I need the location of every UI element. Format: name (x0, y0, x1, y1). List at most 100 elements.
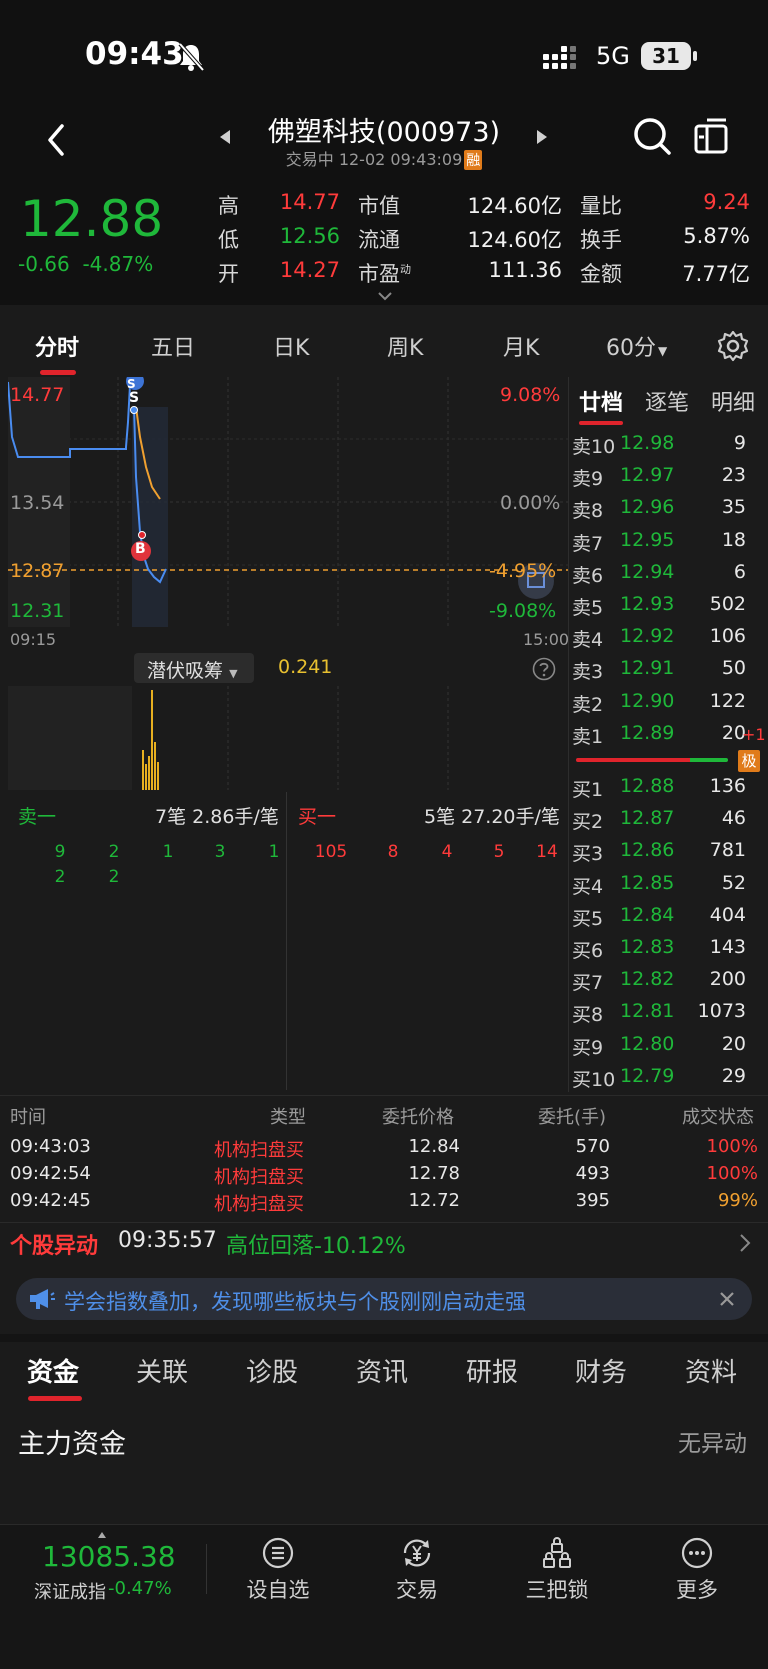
sell-marker-label-2: S (129, 390, 140, 406)
ask-change-indicator: +1 (742, 725, 766, 744)
level-label: 卖3 (572, 661, 604, 684)
level-price: 12.89 (620, 721, 675, 744)
ask-level-row[interactable]: 卖10 12.98 9 (570, 428, 766, 460)
stat-label-pe: 市盈动 (358, 258, 411, 288)
level-label: 卖5 (572, 597, 604, 619)
ask-level-row[interactable]: 卖8 12.96 35 (570, 492, 766, 524)
bid-level-row[interactable]: 买6 12.83 143 (570, 932, 766, 964)
tab-news[interactable]: 资讯 (356, 1352, 408, 1389)
level-price: 12.91 (620, 657, 675, 680)
ask-level-row[interactable]: 卖4 12.92 106 (570, 621, 766, 653)
ask-level-row[interactable]: 卖3 12.91 50 (570, 653, 766, 685)
index-change: -0.47% (108, 1578, 172, 1599)
ask-level-row[interactable]: 卖1 12.89 20 (570, 718, 766, 750)
indicator-name-text: 潜伏吸筹 (147, 660, 224, 682)
tab-related[interactable]: 关联 (136, 1352, 188, 1389)
level-label: 卖4 (572, 629, 604, 652)
level-label: 卖6 (572, 564, 604, 587)
queue-divider (286, 792, 287, 1090)
level-vol: 23 (721, 464, 746, 487)
volume-bar (148, 756, 150, 790)
indicator-volume-chart (8, 686, 568, 790)
bid-level-row[interactable]: 买7 12.82 200 (570, 964, 766, 996)
level-price: 12.95 (620, 528, 675, 551)
close-icon[interactable] (718, 1290, 736, 1308)
level-vol: 29 (721, 1064, 746, 1087)
next-stock-icon[interactable] (535, 129, 549, 145)
caret-down-icon: ▼ (229, 667, 238, 680)
main-funds-status: 无异动 (678, 1431, 747, 1457)
bid-level-row[interactable]: 买3 12.86 781 (570, 835, 766, 867)
stat-value-amount: 7.77亿 (682, 262, 750, 286)
buy-marker-label: B (135, 541, 146, 557)
bid-level-row[interactable]: 买9 12.80 20 (570, 1029, 766, 1061)
queue-buy-order: 14 (536, 842, 558, 862)
tab-weekly-k[interactable]: 周K (387, 330, 423, 362)
monitor-cell-status: 99% (717, 1190, 758, 1211)
stat-value-float: 124.60亿 (467, 228, 562, 252)
list-circle-icon (262, 1537, 294, 1569)
index-value[interactable]: 13085.38 (42, 1540, 176, 1573)
tab-profile[interactable]: 资料 (685, 1352, 737, 1389)
help-icon[interactable] (532, 657, 556, 681)
level-vol: 20 (721, 1032, 746, 1055)
tab-daily-k[interactable]: 日K (273, 330, 309, 362)
chevron-down-icon[interactable] (377, 291, 393, 301)
bar-divider (206, 1544, 207, 1594)
stat-value-volratio: 9.24 (703, 190, 750, 214)
tab-diagnosis[interactable]: 诊股 (246, 1352, 298, 1389)
queue-buy-order: 4 (441, 842, 453, 862)
bid-level-row[interactable]: 买5 12.84 404 (570, 900, 766, 932)
more-button[interactable]: 更多 (642, 1536, 752, 1606)
stat-label-low: 低 (218, 228, 239, 252)
tab-monthly-k[interactable]: 月K (503, 330, 539, 362)
trade-button[interactable]: 交易 (362, 1536, 472, 1606)
indicator-value: 0.241 (278, 656, 333, 678)
level-vol: 200 (709, 968, 746, 991)
tab-funds[interactable]: 资金 (27, 1352, 79, 1389)
tab-twenty-levels[interactable]: 廿档 (579, 385, 623, 417)
level-price: 12.83 (620, 936, 675, 958)
bid-level-row[interactable]: 买4 12.85 52 (570, 868, 766, 900)
bid-level-row[interactable]: 买2 12.87 46 (570, 803, 766, 835)
ask-level-row[interactable]: 卖7 12.95 18 (570, 525, 766, 557)
tab-tick-by-tick[interactable]: 逐笔 (645, 385, 689, 417)
tab-five-day[interactable]: 五日 (151, 330, 195, 362)
ask-level-row[interactable]: 卖2 12.90 122 (570, 686, 766, 718)
locks-icon (543, 1537, 571, 1568)
main-funds-title: 主力资金 (18, 1429, 126, 1460)
tab-60min[interactable]: 60分 ▼ (606, 330, 667, 362)
add-watchlist-button[interactable]: 设自选 (223, 1536, 333, 1606)
column-header-time: 时间 (10, 1107, 46, 1128)
stat-label-float: 流通 (358, 228, 400, 252)
bid-level-row[interactable]: 买1 12.88 136 (570, 771, 766, 803)
bid-level-row[interactable]: 买10 12.79 29 (570, 1061, 766, 1093)
notebook-icon[interactable] (693, 117, 729, 155)
stat-value-open: 14.27 (279, 258, 340, 282)
axis-price-mid: 13.54 (10, 492, 65, 514)
ask-level-row[interactable]: 卖9 12.97 23 (570, 460, 766, 492)
ask-level-row[interactable]: 卖5 12.93 502 (570, 589, 766, 621)
monitor-cell-qty: 395 (575, 1190, 610, 1211)
tip-text: 学会指数叠加，发现哪些板块与个股刚刚启动走强 (64, 1290, 526, 1314)
level-price: 12.80 (620, 1032, 675, 1055)
search-icon[interactable] (632, 116, 672, 156)
level-label: 买3 (572, 843, 604, 866)
tab-details[interactable]: 明细 (711, 385, 755, 417)
tab-research[interactable]: 研报 (466, 1352, 518, 1389)
intraday-price-chart[interactable] (8, 377, 568, 627)
axis-time-end: 15:00 (523, 630, 570, 649)
index-name: 深证成指 (34, 1582, 106, 1603)
chevron-right-icon[interactable] (738, 1232, 752, 1254)
queue-buy-order: 105 (314, 842, 348, 862)
tab-intraday[interactable]: 分时 (35, 330, 79, 362)
add-watchlist-label: 设自选 (246, 1578, 310, 1602)
gear-icon[interactable] (717, 330, 749, 362)
ask-level-row[interactable]: 卖6 12.94 6 (570, 557, 766, 589)
axis-pct-mid: 0.00% (500, 492, 561, 514)
queue-buy-order: 5 (493, 842, 505, 862)
bid-level-row[interactable]: 买8 12.81 1073 (570, 996, 766, 1028)
tab-financials[interactable]: 财务 (575, 1352, 627, 1389)
pe-superscript: 动 (400, 263, 411, 276)
three-locks-button[interactable]: 三把锁 (502, 1536, 612, 1606)
